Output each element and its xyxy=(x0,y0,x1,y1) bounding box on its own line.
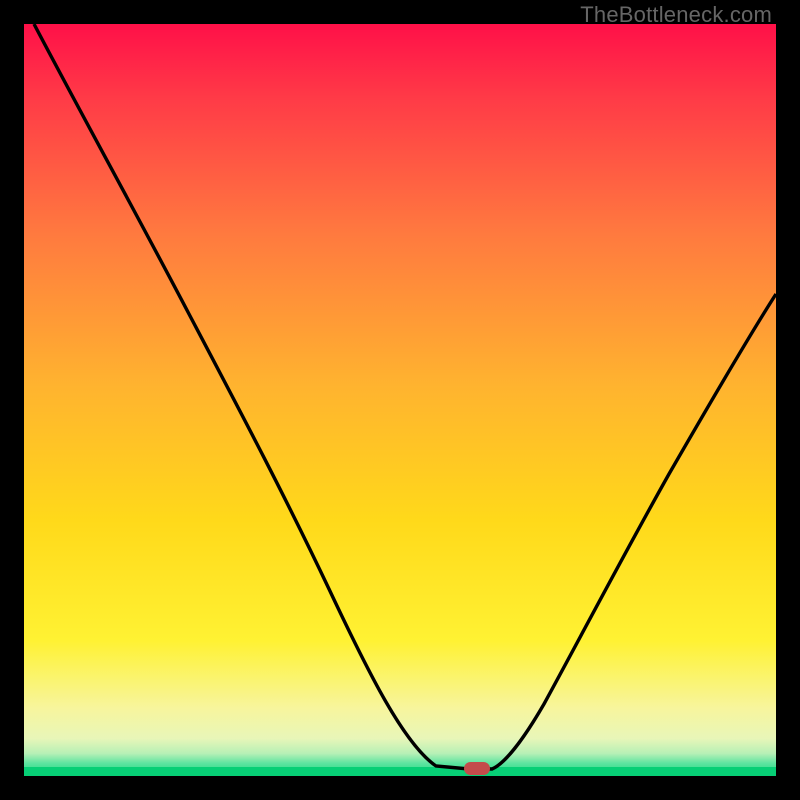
bottleneck-curve xyxy=(24,24,776,776)
watermark-text: TheBottleneck.com xyxy=(580,2,772,28)
chart-container: TheBottleneck.com xyxy=(0,0,800,800)
plot-area xyxy=(24,24,776,776)
min-marker xyxy=(464,762,490,775)
curve-path xyxy=(34,24,776,769)
